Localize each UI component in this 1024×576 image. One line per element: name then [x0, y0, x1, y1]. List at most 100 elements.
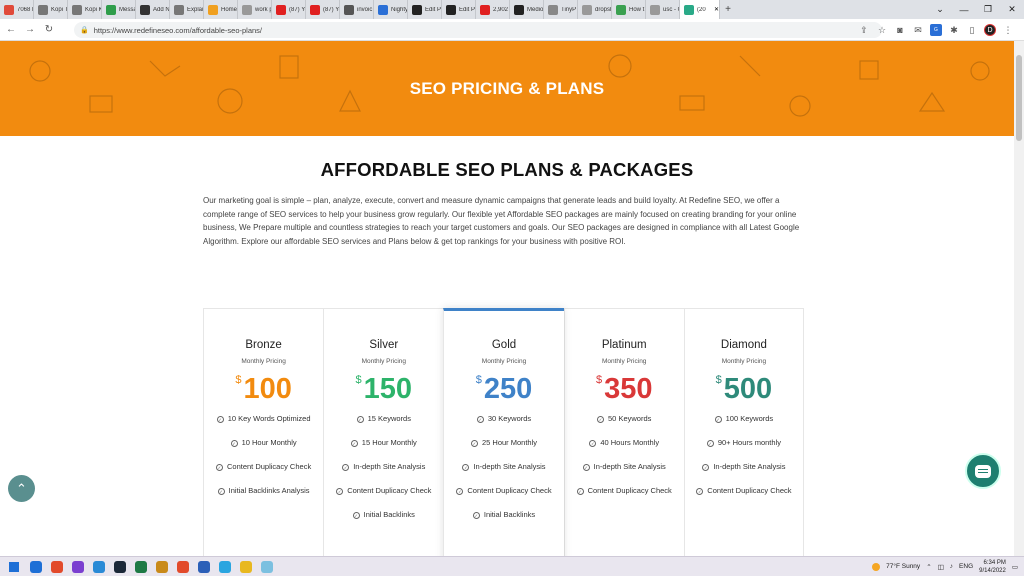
- forward-button[interactable]: →: [22, 22, 38, 38]
- taskbar-app-icon[interactable]: [132, 558, 150, 576]
- sidebar-icon[interactable]: ▯: [964, 22, 980, 38]
- maximize-button[interactable]: ❐: [976, 0, 1000, 19]
- check-circle-icon: ✓: [582, 464, 590, 471]
- puzzle-extensions-icon[interactable]: ✱: [946, 22, 962, 38]
- browser-tab[interactable]: (87) Yo: [272, 0, 306, 19]
- plan-price: $350: [565, 372, 684, 406]
- browser-tab[interactable]: (20 ✕: [680, 0, 720, 19]
- page-scrollbar[interactable]: [1014, 41, 1024, 556]
- tab-search-icon[interactable]: ⌄: [928, 0, 952, 19]
- browser-tab[interactable]: Add N: [136, 0, 170, 19]
- check-circle-icon: ✓: [350, 440, 358, 447]
- scrollbar-thumb[interactable]: [1016, 55, 1022, 141]
- browser-tab[interactable]: Kopi Ka: [68, 0, 102, 19]
- browser-tab[interactable]: How t: [612, 0, 646, 19]
- tab-favicon-icon: [582, 4, 592, 15]
- taskbar-app-icon[interactable]: [216, 558, 234, 576]
- tab-list: 7068 P Kopi To Kopi Ka Messa Add N Explai Home…: [0, 0, 720, 19]
- address-bar[interactable]: 🔒 https://www.redefineseo.com/affordable…: [74, 22, 882, 38]
- url-text: https://www.redefineseo.com/affordable-s…: [93, 25, 263, 35]
- taskbar-app-icon[interactable]: [111, 558, 129, 576]
- browser-tab[interactable]: Messa: [102, 0, 136, 19]
- tab-favicon-icon: [106, 4, 116, 15]
- network-icon[interactable]: ◫: [938, 563, 944, 571]
- language-indicator[interactable]: ENG: [959, 563, 973, 570]
- clock[interactable]: 6:34 PM 9/14/2022: [979, 559, 1006, 575]
- tab-favicon-icon: [480, 4, 490, 15]
- browser-tab[interactable]: invoic: [340, 0, 374, 19]
- app-glyph-icon: [261, 560, 273, 573]
- browser-tab[interactable]: TinyP: [544, 0, 578, 19]
- browser-tab[interactable]: (87) Yo: [306, 0, 340, 19]
- camera-extension-icon[interactable]: ◙: [892, 22, 908, 38]
- close-button[interactable]: ✕: [1000, 0, 1024, 19]
- browser-tab[interactable]: Edit Pc: [408, 0, 442, 19]
- browser-tab[interactable]: Kopi To: [34, 0, 68, 19]
- tab-favicon-icon: [208, 4, 218, 15]
- browser-tab[interactable]: Edit Pc: [442, 0, 476, 19]
- blue-extension-icon[interactable]: G: [930, 24, 942, 36]
- extension-icon[interactable]: G: [928, 22, 944, 38]
- plan-feature-item: ✓ 90+ Hours monthly: [694, 436, 794, 450]
- taskbar-app-icon[interactable]: [27, 558, 45, 576]
- tab-favicon-icon: [174, 4, 184, 15]
- tab-label: (87) Yo: [323, 6, 339, 13]
- windows-logo-icon: [9, 561, 19, 572]
- browser-tab[interactable]: 2,902 C: [476, 0, 510, 19]
- app-glyph-icon: [30, 560, 42, 573]
- feature-text: Content Duplicacy Check: [467, 486, 552, 495]
- taskbar-app-icon[interactable]: [237, 558, 255, 576]
- plan-feature-item: ✓ Content Duplicacy Check: [694, 484, 794, 498]
- tab-label: (20: [697, 6, 706, 13]
- tab-close-icon[interactable]: ✕: [714, 6, 719, 13]
- taskbar-app-icon[interactable]: [258, 558, 276, 576]
- plan-feature-item: ✓ 15 Hour Monthly: [334, 436, 434, 450]
- hero-title: SEO PRICING & PLANS: [409, 79, 605, 98]
- chat-widget-button[interactable]: [965, 453, 1001, 489]
- volume-icon[interactable]: ♪: [950, 563, 953, 570]
- bookmark-star-icon[interactable]: ☆: [874, 22, 890, 38]
- new-tab-button[interactable]: +: [720, 0, 736, 19]
- browser-tab[interactable]: usc - G: [646, 0, 680, 19]
- taskbar-app-icon[interactable]: [174, 558, 192, 576]
- feature-text: 30 Keywords: [487, 414, 532, 423]
- feature-text: 15 Hour Monthly: [361, 438, 417, 447]
- plan-name: Silver: [369, 339, 399, 351]
- toolbar-icons: ⇪ ☆ ◙ ✉ G ✱ ▯ D ⋮: [856, 22, 1016, 38]
- back-button[interactable]: ←: [3, 22, 19, 38]
- weather-sun-icon[interactable]: [872, 562, 881, 571]
- reload-button[interactable]: ↻: [41, 22, 57, 38]
- plan-features: ✓ 30 Keywords ✓ 25 Hour Monthly ✓ In-depth Si…: [444, 412, 563, 522]
- tab-favicon-icon: [548, 4, 558, 15]
- taskbar-app-icon[interactable]: [48, 558, 66, 576]
- notifications-icon[interactable]: ▭: [1012, 563, 1018, 571]
- gmail-extension-icon[interactable]: ✉: [910, 22, 926, 38]
- lock-icon[interactable]: 🔒: [80, 26, 89, 34]
- menu-kebab-icon[interactable]: ⋮: [1000, 22, 1016, 38]
- hero-banner: SEO PRICING & PLANS: [0, 41, 1014, 136]
- taskbar-app-icon[interactable]: [153, 558, 171, 576]
- share-icon[interactable]: ⇪: [856, 22, 872, 38]
- price-currency: $: [355, 374, 362, 386]
- browser-tab[interactable]: Home: [204, 0, 238, 19]
- taskbar-app-icon[interactable]: [195, 558, 213, 576]
- browser-tab[interactable]: Nighty: [374, 0, 408, 19]
- tab-label: usc - G: [663, 6, 679, 13]
- browser-tab[interactable]: work p: [238, 0, 272, 19]
- weather-text[interactable]: 77°F Sunny: [886, 563, 920, 570]
- taskbar-app-icon[interactable]: [69, 558, 87, 576]
- check-circle-icon: ✓: [336, 488, 344, 495]
- profile-avatar-icon[interactable]: D: [984, 24, 996, 36]
- browser-tab[interactable]: Explai: [170, 0, 204, 19]
- browser-tab[interactable]: dropsh: [578, 0, 612, 19]
- back-to-top-button[interactable]: ⌃: [8, 475, 35, 502]
- browser-tab[interactable]: Medio: [510, 0, 544, 19]
- browser-tab[interactable]: 7068 P: [0, 0, 34, 19]
- feature-text: In-depth Site Analysis: [593, 462, 666, 471]
- profile-avatar[interactable]: D: [982, 22, 998, 38]
- minimize-button[interactable]: —: [952, 0, 976, 19]
- tab-label: work p: [255, 6, 271, 13]
- taskbar-app-icon[interactable]: [90, 558, 108, 576]
- tray-chevron-icon[interactable]: ⌃: [926, 563, 931, 571]
- start-button[interactable]: [4, 557, 24, 576]
